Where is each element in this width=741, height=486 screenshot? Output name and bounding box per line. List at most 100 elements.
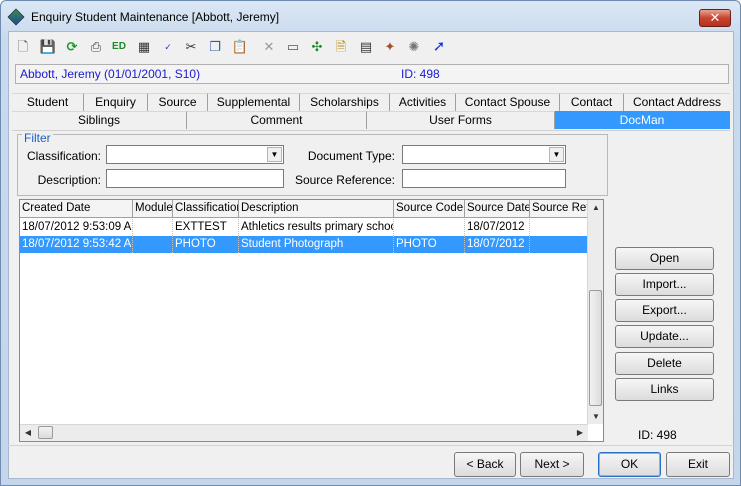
close-button[interactable]: ✕	[699, 9, 731, 27]
vertical-scroll-thumb[interactable]	[589, 290, 602, 406]
cell-source-reference	[530, 219, 588, 236]
toolbar: 🗋 💾 ⟳ ⎙ ED ▦ ✓ ✂ ❐ 📋 ✕ ▭ ✣ 🗎 ▤ ✦ ✺ ➚	[9, 34, 733, 60]
paste-icon[interactable]: 📋	[231, 38, 249, 56]
tab-siblings[interactable]: Siblings	[12, 111, 187, 129]
tab-comment[interactable]: Comment	[187, 111, 367, 129]
next-button[interactable]: Next >	[520, 452, 584, 477]
ed-icon[interactable]: ED	[110, 38, 128, 56]
scroll-left-icon[interactable]: ◀	[21, 428, 35, 437]
cell-created-date: 18/07/2012 9:53:09 AM	[20, 219, 133, 236]
cell-source-date: 18/07/2012	[465, 219, 530, 236]
chevron-down-icon[interactable]: ▼	[267, 147, 282, 162]
cut-icon[interactable]: ✂	[182, 38, 200, 56]
spellcheck-icon[interactable]: ✓	[159, 38, 177, 56]
cell-module	[133, 219, 173, 236]
divider	[8, 445, 734, 446]
cell-classification: PHOTO	[173, 236, 239, 253]
title-bar[interactable]: Enquiry Student Maintenance [Abbott, Jer…	[1, 1, 740, 31]
col-source-date[interactable]: Source Date	[465, 200, 530, 218]
network-icon[interactable]: ✣	[308, 38, 326, 56]
horizontal-scroll-thumb[interactable]	[38, 426, 53, 439]
tab-enquiry[interactable]: Enquiry	[84, 93, 148, 111]
col-module[interactable]: Module	[133, 200, 173, 218]
tab-scholarships[interactable]: Scholarships	[300, 93, 390, 111]
grid-header: Created Date Module Classification Descr…	[20, 200, 588, 218]
document-type-combo[interactable]: ▼	[402, 145, 566, 164]
scroll-up-icon[interactable]: ▲	[589, 203, 603, 212]
tab-supplemental[interactable]: Supplemental	[208, 93, 300, 111]
exit-button[interactable]: Exit	[666, 452, 730, 477]
source-reference-label: Source Reference:	[294, 173, 395, 187]
tabs-row-2: Siblings Comment User Forms DocMan	[12, 111, 730, 129]
cell-source-code	[394, 219, 465, 236]
notes-icon[interactable]: 🗎	[332, 38, 350, 56]
document-type-value	[403, 147, 406, 161]
window-title: Enquiry Student Maintenance [Abbott, Jer…	[31, 10, 280, 24]
card-icon[interactable]: ▭	[284, 38, 302, 56]
col-created-date[interactable]: Created Date	[20, 200, 133, 218]
print-icon[interactable]: ⎙	[87, 38, 105, 56]
settings-icon[interactable]: ✺	[405, 38, 423, 56]
side-id-label: ID: 498	[638, 428, 677, 442]
save-icon[interactable]: 💾	[39, 38, 57, 56]
app-diamond-icon	[7, 8, 25, 26]
copy-icon[interactable]: ❐	[206, 38, 224, 56]
import-button[interactable]: Import...	[615, 273, 714, 296]
cell-created-date: 18/07/2012 9:53:42 AM	[20, 236, 133, 253]
col-source-code[interactable]: Source Code	[394, 200, 465, 218]
cell-module	[133, 236, 173, 253]
vertical-scrollbar[interactable]: ▲ ▼	[587, 200, 603, 424]
back-button[interactable]: < Back	[454, 452, 516, 477]
scroll-right-icon[interactable]: ▶	[573, 428, 587, 437]
table-row-selected[interactable]: 18/07/2012 9:53:42 AM PHOTO Student Phot…	[20, 236, 588, 253]
tab-user-forms[interactable]: User Forms	[367, 111, 555, 129]
classification-combo[interactable]: ▼	[106, 145, 284, 164]
cell-source-reference	[530, 236, 588, 253]
document-type-label: Document Type:	[307, 149, 395, 163]
cell-description: Athletics results primary school	[239, 219, 394, 236]
chevron-down-icon[interactable]: ▼	[549, 147, 564, 162]
tabs-row-1: Student Enquiry Source Supplemental Scho…	[12, 93, 730, 111]
calculator-icon[interactable]: ▦	[135, 38, 153, 56]
tab-docman[interactable]: DocMan	[555, 111, 730, 129]
description-input[interactable]	[106, 169, 284, 188]
classification-label: Classification:	[26, 149, 101, 163]
update-button[interactable]: Update...	[615, 325, 714, 348]
wand-icon[interactable]: ✦	[381, 38, 399, 56]
classification-value	[107, 147, 110, 161]
film-icon[interactable]: ▤	[357, 38, 375, 56]
new-document-icon[interactable]: 🗋	[14, 38, 32, 56]
description-label: Description:	[37, 173, 101, 187]
record-header-bar: Abbott, Jeremy (01/01/2001, S10) ID: 498	[15, 64, 729, 84]
go-arrow-icon[interactable]: ➚	[430, 38, 448, 56]
tab-contact-spouse[interactable]: Contact Spouse	[456, 93, 560, 111]
tab-contact[interactable]: Contact	[560, 93, 624, 111]
col-classification[interactable]: Classification	[173, 200, 239, 218]
col-source-reference[interactable]: Source Refe	[530, 200, 588, 218]
open-button[interactable]: Open	[615, 247, 714, 270]
tab-source[interactable]: Source	[148, 93, 208, 111]
export-button[interactable]: Export...	[615, 299, 714, 322]
scroll-down-icon[interactable]: ▼	[589, 412, 603, 421]
col-description[interactable]: Description	[239, 200, 394, 218]
main-window: Enquiry Student Maintenance [Abbott, Jer…	[0, 0, 741, 486]
delete-icon[interactable]: ✕	[260, 38, 278, 56]
record-id: ID: 498	[401, 67, 440, 81]
filter-legend: Filter	[22, 131, 53, 145]
record-name: Abbott, Jeremy (01/01/2001, S10)	[20, 67, 201, 81]
cell-source-code: PHOTO	[394, 236, 465, 253]
table-row[interactable]: 18/07/2012 9:53:09 AM EXTTEST Athletics …	[20, 219, 588, 236]
documents-grid[interactable]: Created Date Module Classification Descr…	[19, 199, 604, 442]
source-reference-input[interactable]	[402, 169, 566, 188]
cell-source-date: 18/07/2012	[465, 236, 530, 253]
links-button[interactable]: Links	[615, 378, 714, 401]
tab-contact-address[interactable]: Contact Address	[624, 93, 730, 111]
refresh-icon[interactable]: ⟳	[63, 38, 81, 56]
tab-activities[interactable]: Activities	[390, 93, 456, 111]
cell-description: Student Photograph	[239, 236, 394, 253]
horizontal-scrollbar[interactable]: ◀ ▶	[20, 424, 588, 441]
ok-button[interactable]: OK	[598, 452, 661, 477]
tab-student[interactable]: Student	[12, 93, 84, 111]
cell-classification: EXTTEST	[173, 219, 239, 236]
delete-button[interactable]: Delete	[615, 352, 714, 375]
